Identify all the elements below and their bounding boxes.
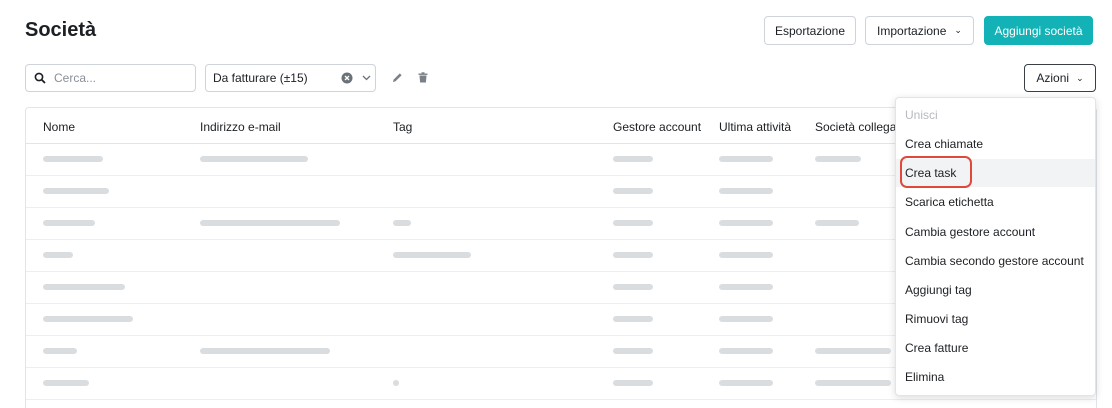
blurred-cell xyxy=(719,348,773,354)
blurred-cell xyxy=(43,220,95,226)
blurred-cell xyxy=(613,188,653,194)
blurred-cell xyxy=(613,284,653,290)
blurred-cell xyxy=(613,252,653,258)
import-button[interactable]: Importazione ⌄ xyxy=(865,16,974,45)
blurred-cell xyxy=(719,316,773,322)
blurred-cell xyxy=(815,156,861,162)
actions-dropdown-menu: Unisci Crea chiamate Crea task Scarica e… xyxy=(895,97,1096,396)
import-button-label: Importazione xyxy=(877,23,947,38)
add-company-button-label: Aggiungi società xyxy=(994,23,1083,38)
search-icon xyxy=(34,71,48,85)
actions-button[interactable]: Azioni ⌄ xyxy=(1024,64,1096,92)
export-button-label: Esportazione xyxy=(774,23,846,38)
blurred-cell xyxy=(719,380,773,386)
blurred-cell xyxy=(43,188,109,194)
chevron-down-icon: ⌄ xyxy=(954,25,962,35)
highlight-box xyxy=(900,156,972,188)
column-header-name[interactable]: Nome xyxy=(43,120,75,134)
blurred-cell xyxy=(43,284,125,290)
blurred-cell xyxy=(815,380,891,386)
blurred-cell xyxy=(200,348,330,354)
blurred-cell xyxy=(815,348,891,354)
blurred-cell xyxy=(393,220,411,226)
actions-button-label: Azioni xyxy=(1036,71,1070,85)
blurred-cell xyxy=(719,252,773,258)
blurred-cell xyxy=(719,156,773,162)
column-header-last-activity[interactable]: Ultima attività xyxy=(719,120,791,134)
menu-item-delete[interactable]: Elimina xyxy=(896,363,1095,391)
menu-item-change-second-account-manager[interactable]: Cambia secondo gestore account xyxy=(896,247,1095,275)
export-button[interactable]: Esportazione xyxy=(764,16,856,45)
filter-select[interactable]: Da fatturare (±15) xyxy=(205,64,376,92)
trash-icon[interactable] xyxy=(416,70,430,84)
column-header-linked-company[interactable]: Società collega xyxy=(815,120,896,134)
menu-item-merge: Unisci xyxy=(905,108,938,122)
chevron-down-icon: ⌄ xyxy=(1076,72,1084,83)
blurred-cell xyxy=(43,252,73,258)
blurred-cell xyxy=(200,220,340,226)
menu-item-remove-tag[interactable]: Rimuovi tag xyxy=(896,305,1095,333)
filter-value: Da fatturare (±15) xyxy=(213,71,308,85)
blurred-cell xyxy=(719,220,773,226)
page-title: Società xyxy=(25,19,97,41)
search-box[interactable] xyxy=(25,64,196,92)
blurred-cell xyxy=(613,380,653,386)
blurred-cell xyxy=(393,380,399,386)
blurred-cell xyxy=(43,380,89,386)
blurred-cell xyxy=(43,156,103,162)
menu-item-create-calls[interactable]: Crea chiamate xyxy=(896,130,1095,158)
menu-item-add-tag[interactable]: Aggiungi tag xyxy=(896,276,1095,304)
blurred-cell xyxy=(815,220,859,226)
blurred-cell xyxy=(43,348,77,354)
pencil-icon[interactable] xyxy=(390,70,404,84)
blurred-cell xyxy=(613,156,653,162)
chevron-down-icon[interactable] xyxy=(360,71,372,85)
menu-item-change-account-manager[interactable]: Cambia gestore account xyxy=(896,218,1095,246)
blurred-cell xyxy=(43,316,133,322)
menu-item-download-label[interactable]: Scarica etichetta xyxy=(896,188,1095,216)
blurred-cell xyxy=(613,316,653,322)
blurred-cell xyxy=(613,220,653,226)
add-company-button[interactable]: Aggiungi società xyxy=(984,16,1093,45)
blurred-cell xyxy=(719,188,773,194)
column-header-tag[interactable]: Tag xyxy=(393,120,412,134)
blurred-cell xyxy=(393,252,471,258)
blurred-cell xyxy=(200,156,308,162)
blurred-cell xyxy=(613,348,653,354)
search-input[interactable] xyxy=(54,71,184,85)
menu-item-create-invoices[interactable]: Crea fatture xyxy=(896,334,1095,362)
column-header-email[interactable]: Indirizzo e-mail xyxy=(200,120,281,134)
column-header-account-manager[interactable]: Gestore account xyxy=(613,120,701,134)
clear-icon[interactable] xyxy=(340,71,354,85)
blurred-cell xyxy=(719,284,773,290)
